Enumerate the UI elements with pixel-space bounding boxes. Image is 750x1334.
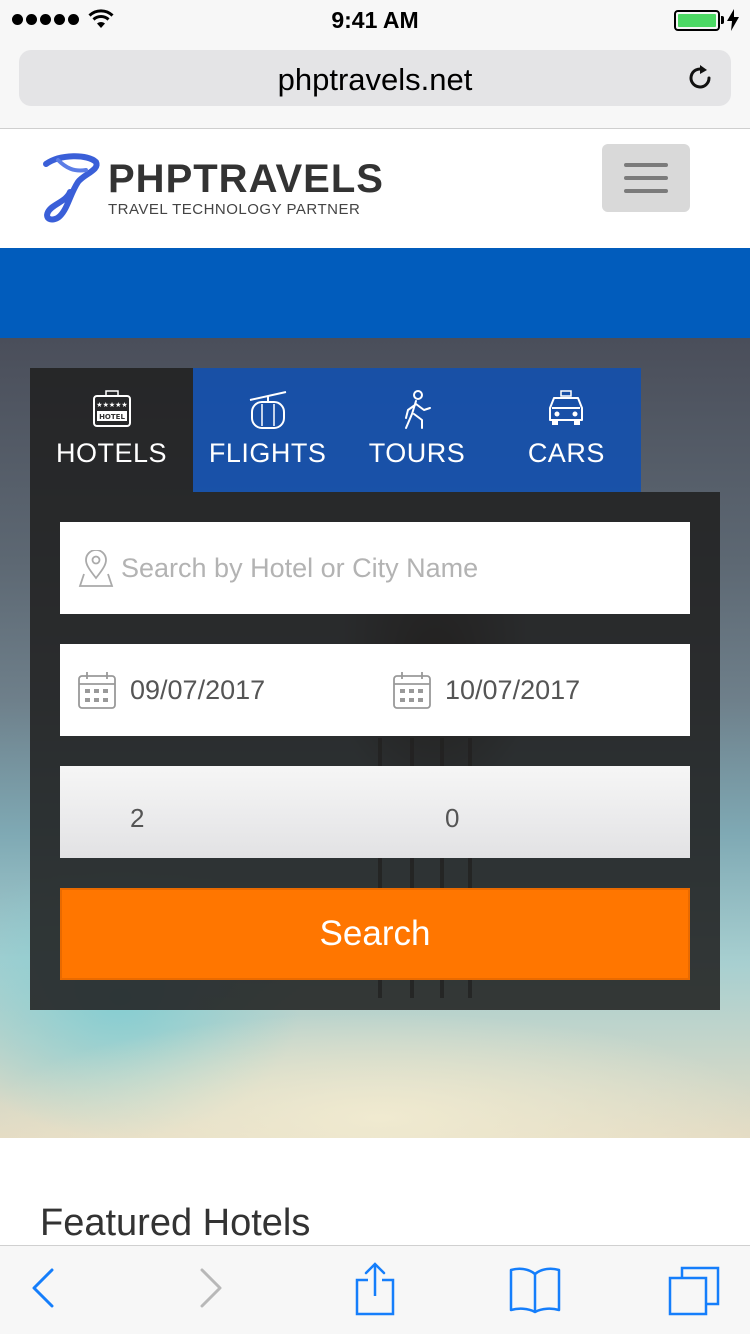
checkout-date-input[interactable]: 10/07/2017 (393, 644, 580, 736)
battery-tip (721, 16, 724, 24)
location-placeholder: Search by Hotel or City Name (121, 553, 479, 583)
hotel-icon: ★★★★★ HOTEL (92, 390, 131, 427)
search-button[interactable]: Search (60, 888, 690, 980)
tab-tours-label: TOURS (368, 438, 466, 468)
browser-address-area: phptravels.net (0, 40, 750, 129)
logo-tagline: TRAVEL TECHNOLOGY PARTNER (108, 200, 361, 218)
address-bar[interactable]: phptravels.net (19, 50, 731, 106)
svg-text:★★★★★: ★★★★★ (96, 401, 127, 409)
tab-cars[interactable]: CARS (492, 368, 641, 492)
guests-field: 2 0 (60, 766, 690, 858)
charging-icon (727, 9, 739, 31)
tab-flights[interactable]: FLIGHTS (193, 368, 342, 492)
date-range-field: 09/07/2017 10/07/2017 (60, 644, 690, 736)
calendar-icon (78, 672, 116, 709)
children-select[interactable]: 0 (445, 803, 459, 834)
logo-title: PHPTRAVELS (108, 156, 384, 201)
browser-toolbar (0, 1245, 750, 1334)
back-icon[interactable] (30, 1266, 56, 1310)
logo-mark-icon (43, 153, 100, 223)
bookmarks-icon[interactable] (508, 1266, 562, 1314)
tab-flights-label: FLIGHTS (208, 438, 327, 468)
tab-tours[interactable]: TOURS (342, 368, 491, 492)
tab-hotels[interactable]: ★★★★★ HOTEL HOTELS (30, 368, 193, 492)
flights-icon (249, 391, 286, 429)
checkin-date-input[interactable]: 09/07/2017 (78, 644, 265, 736)
booking-tabs: ★★★★★ HOTEL HOTELS FLIGHTS TOURS CARS (30, 368, 641, 492)
battery-icon (674, 10, 720, 31)
blue-banner (0, 248, 750, 338)
status-bar: 9:41 AM (0, 0, 750, 40)
featured-hotels-heading: Featured Hotels (40, 1202, 311, 1244)
menu-toggle-button[interactable] (602, 144, 690, 212)
checkin-date-value: 09/07/2017 (130, 674, 266, 705)
status-time: 9:41 AM (331, 7, 419, 33)
site-header: PHPTRAVELS TRAVEL TECHNOLOGY PARTNER (0, 129, 750, 248)
tab-cars-label: CARS (527, 438, 605, 468)
logo[interactable]: PHPTRAVELS TRAVEL TECHNOLOGY PARTNER (40, 152, 384, 224)
svg-text:HOTEL: HOTEL (99, 413, 125, 421)
hamburger-icon (624, 163, 668, 167)
adults-select[interactable]: 2 (130, 803, 144, 834)
checkout-date-value: 10/07/2017 (445, 674, 581, 705)
map-pin-icon (78, 550, 114, 587)
url-text[interactable]: phptravels.net (19, 62, 731, 98)
tabs-icon[interactable] (668, 1266, 720, 1316)
calendar-icon (393, 672, 431, 709)
share-icon[interactable] (354, 1262, 396, 1316)
location-search-input[interactable]: Search by Hotel or City Name (60, 522, 690, 614)
reload-icon[interactable] (685, 63, 715, 93)
tab-hotels-label: HOTELS (55, 438, 168, 468)
tours-icon (404, 390, 431, 429)
hotel-search-panel: Search by Hotel or City Name 09/07/2017 (30, 492, 720, 1010)
forward-icon[interactable] (198, 1266, 224, 1310)
cars-icon (549, 390, 584, 425)
